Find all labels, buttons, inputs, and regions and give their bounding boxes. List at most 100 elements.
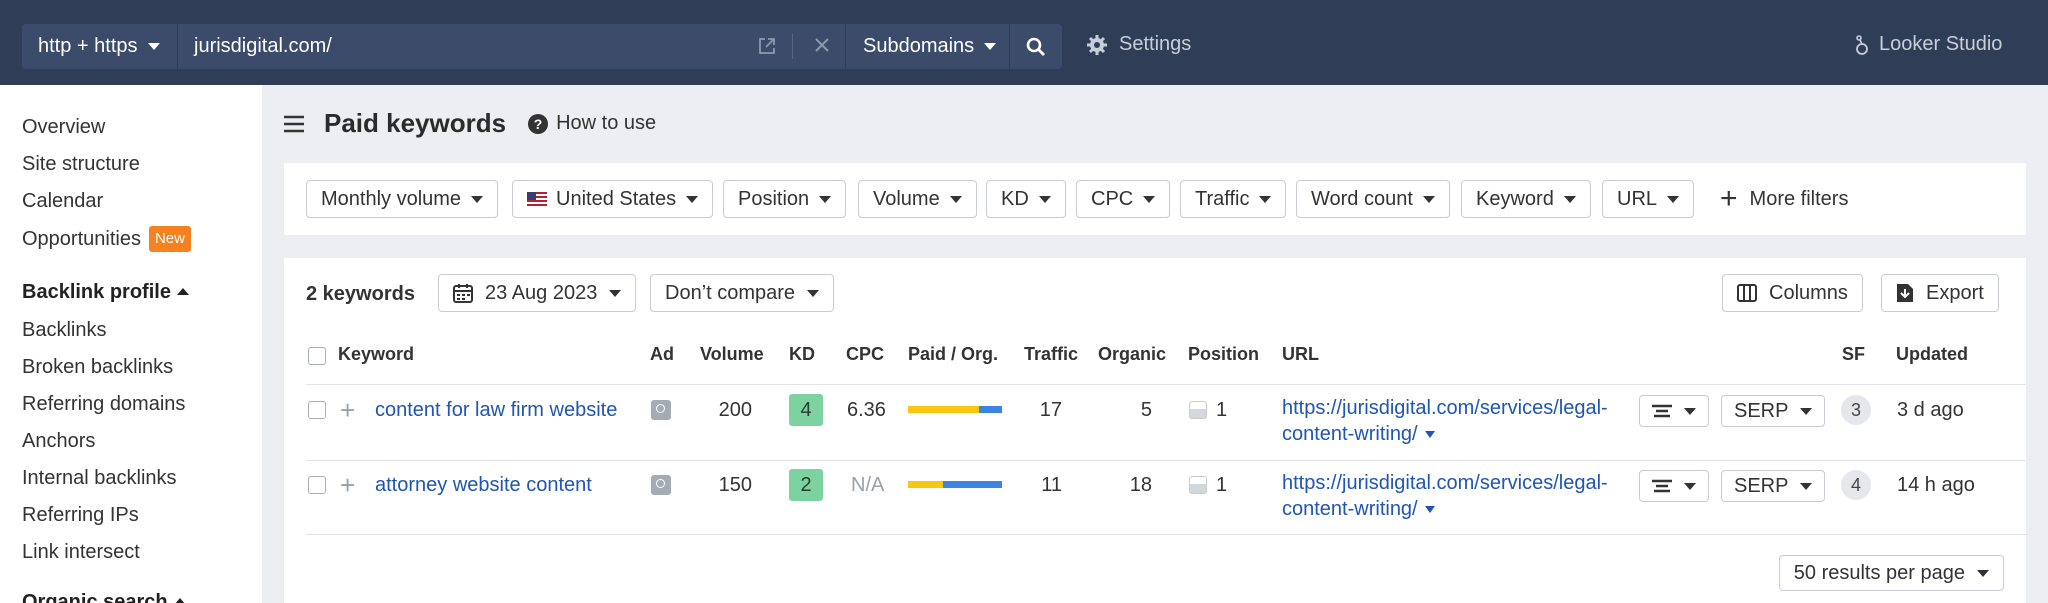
sidebar-item-referring-domains[interactable]: Referring domains (22, 392, 185, 416)
sidebar-item-internal-backlinks[interactable]: Internal backlinks (22, 466, 177, 490)
divider (306, 534, 2026, 535)
date-picker[interactable]: 23 Aug 2023 (438, 274, 637, 312)
serp-features-button[interactable] (1639, 395, 1709, 427)
col-header-traffic[interactable]: Traffic (1024, 344, 1078, 365)
col-header-volume[interactable]: Volume (700, 344, 764, 365)
sidebar-item-site-structure[interactable]: Site structure (22, 152, 140, 176)
chevron-down-icon (1977, 569, 1989, 577)
keyword-link[interactable]: content for law firm website (375, 399, 617, 422)
protocol-label: http + https (38, 35, 138, 57)
chevron-up-icon (176, 288, 189, 295)
scope-label: Subdomains (863, 35, 975, 57)
chevron-down-icon (1800, 407, 1813, 415)
chevron-down-icon (1684, 407, 1696, 415)
filter-keyword[interactable]: Keyword (1461, 180, 1591, 218)
row-checkbox[interactable] (308, 401, 326, 419)
page-header: Paid keywords ? How to use (284, 108, 656, 139)
how-to-use-link[interactable]: ? How to use (528, 112, 656, 135)
select-all-checkbox[interactable] (308, 347, 326, 365)
sidebar: Overview Site structure Calendar Opportu… (0, 85, 262, 603)
col-header-keyword[interactable]: Keyword (338, 344, 414, 365)
organic-share-fill (978, 406, 1002, 413)
serp-features-button[interactable] (1639, 470, 1709, 502)
settings-button[interactable]: Settings (1086, 33, 1191, 56)
calendar-icon (453, 283, 485, 303)
filter-kd[interactable]: KD (986, 180, 1066, 218)
filter-word-count[interactable]: Word count (1296, 180, 1450, 218)
export-button[interactable]: Export (1881, 274, 1999, 312)
cpc-value: 6.36 (847, 399, 886, 421)
cpc-value: N/A (851, 474, 885, 496)
filter-country[interactable]: United States (512, 180, 714, 218)
organic-value: 5 (1140, 399, 1152, 421)
filter-position[interactable]: Position (723, 180, 847, 218)
keyword-link[interactable]: attorney website content (375, 474, 592, 497)
compare-dropdown[interactable]: Don’t compare (650, 274, 835, 312)
chevron-down-icon[interactable] (1424, 506, 1435, 513)
chevron-down-icon (471, 195, 484, 203)
col-header-ad[interactable]: Ad (650, 344, 674, 365)
serp-button[interactable]: SERP (1721, 395, 1826, 427)
protocol-dropdown[interactable]: http + https (22, 24, 178, 69)
filter-cpc[interactable]: CPC (1076, 180, 1171, 218)
sidebar-item-broken-backlinks[interactable]: Broken backlinks (22, 355, 173, 379)
serp-button[interactable]: SERP (1721, 470, 1826, 502)
chevron-down-icon (1684, 482, 1696, 490)
looker-icon (1854, 34, 1879, 56)
flag-us-icon (527, 192, 547, 206)
sidebar-item-referring-ips[interactable]: Referring IPs (22, 503, 139, 527)
col-header-position[interactable]: Position (1188, 344, 1259, 365)
sidebar-item-backlinks[interactable]: Backlinks (22, 318, 106, 342)
more-filters-button[interactable]: + More filters (1720, 180, 1848, 218)
new-badge: New (148, 226, 191, 252)
plus-icon[interactable]: + (340, 472, 355, 498)
sidebar-item-link-intersect[interactable]: Link intersect (22, 540, 140, 564)
sidebar-item-calendar[interactable]: Calendar (22, 189, 103, 213)
col-header-updated[interactable]: Updated (1896, 344, 1968, 365)
chevron-down-icon (609, 289, 622, 297)
col-header-sf[interactable]: SF (1842, 344, 1865, 365)
col-header-organic[interactable]: Organic (1098, 344, 1166, 365)
how-to-use-label: How to use (556, 112, 657, 134)
sidebar-item-opportunities[interactable]: Opportunities New (22, 226, 191, 252)
chevron-down-icon (807, 289, 820, 297)
hamburger-icon[interactable] (284, 115, 304, 133)
ad-search-icon[interactable] (651, 475, 671, 495)
traffic-value: 11 (1041, 474, 1062, 496)
external-link-icon[interactable] (757, 36, 777, 56)
sidebar-item-anchors[interactable]: Anchors (22, 429, 95, 453)
ad-search-icon[interactable] (651, 400, 671, 420)
export-icon (1896, 283, 1926, 303)
url-line2: content-writing/ (1282, 498, 1418, 520)
filter-label: United States (556, 187, 677, 210)
sidebar-section-organic-search[interactable]: Organic search (22, 590, 186, 603)
help-icon: ? (528, 113, 556, 134)
filter-traffic[interactable]: Traffic (1180, 180, 1287, 218)
scope-dropdown[interactable]: Subdomains (846, 24, 1010, 69)
looker-label: Looker Studio (1879, 33, 2003, 55)
plus-icon[interactable]: + (340, 397, 355, 423)
col-header-paid-org[interactable]: Paid / Org. (908, 344, 998, 365)
close-icon[interactable] (813, 36, 831, 54)
url-link[interactable]: https://jurisdigital.com/services/legal-… (1282, 395, 1632, 447)
chevron-down-icon[interactable] (1424, 431, 1435, 438)
paid-share-fill (908, 481, 943, 488)
filter-monthly-volume[interactable]: Monthly volume (306, 180, 499, 218)
chevron-down-icon (1143, 195, 1156, 203)
url-link[interactable]: https://jurisdigital.com/services/legal-… (1282, 470, 1632, 522)
filter-label: Volume (873, 187, 940, 210)
col-header-cpc[interactable]: CPC (846, 344, 884, 365)
filter-volume[interactable]: Volume (858, 180, 977, 218)
search-button[interactable] (1010, 24, 1062, 69)
sidebar-item-overview[interactable]: Overview (22, 115, 105, 139)
sidebar-section-backlink-profile[interactable]: Backlink profile (22, 280, 189, 304)
row-checkbox[interactable] (308, 476, 326, 494)
col-header-kd[interactable]: KD (789, 344, 815, 365)
columns-button[interactable]: Columns (1722, 274, 1863, 312)
target-url-input[interactable]: jurisdigital.com/ (178, 24, 846, 69)
filter-url[interactable]: URL (1602, 180, 1695, 218)
looker-studio-button[interactable]: Looker Studio (1854, 33, 2002, 56)
chevron-down-icon (686, 195, 699, 203)
results-per-page-dropdown[interactable]: 50 results per page (1778, 555, 2004, 591)
col-header-url[interactable]: URL (1282, 344, 1319, 365)
